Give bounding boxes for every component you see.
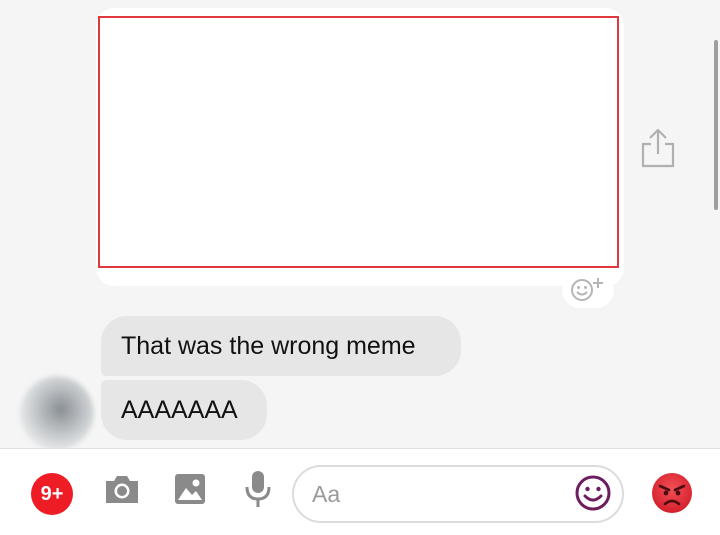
microphone-icon xyxy=(243,469,273,513)
message-bubble[interactable]: AAAAAAA xyxy=(101,380,267,440)
microphone-button[interactable] xyxy=(236,469,280,513)
message-text: AAAAAAA xyxy=(121,395,238,424)
camera-icon xyxy=(103,472,141,510)
scrollbar[interactable] xyxy=(714,40,718,210)
camera-button[interactable] xyxy=(100,469,144,513)
add-reaction-icon xyxy=(568,274,608,306)
emoji-button[interactable] xyxy=(574,474,612,512)
shared-image[interactable] xyxy=(98,16,619,268)
emoji-icon xyxy=(574,475,612,516)
share-icon[interactable] xyxy=(638,126,678,170)
angry-face-icon xyxy=(651,473,693,518)
message-text: That was the wrong meme xyxy=(121,331,416,360)
message-input[interactable] xyxy=(312,475,562,513)
avatar[interactable] xyxy=(20,376,94,450)
chat-area: That was the wrong meme AAAAAAA xyxy=(0,0,720,450)
add-reaction-button[interactable] xyxy=(562,272,614,308)
notification-badge[interactable]: 9+ xyxy=(31,473,73,515)
gallery-icon xyxy=(173,472,207,510)
angry-reaction-button[interactable] xyxy=(651,472,693,514)
gallery-button[interactable] xyxy=(168,469,212,513)
message-bubble[interactable]: That was the wrong meme xyxy=(101,316,461,376)
